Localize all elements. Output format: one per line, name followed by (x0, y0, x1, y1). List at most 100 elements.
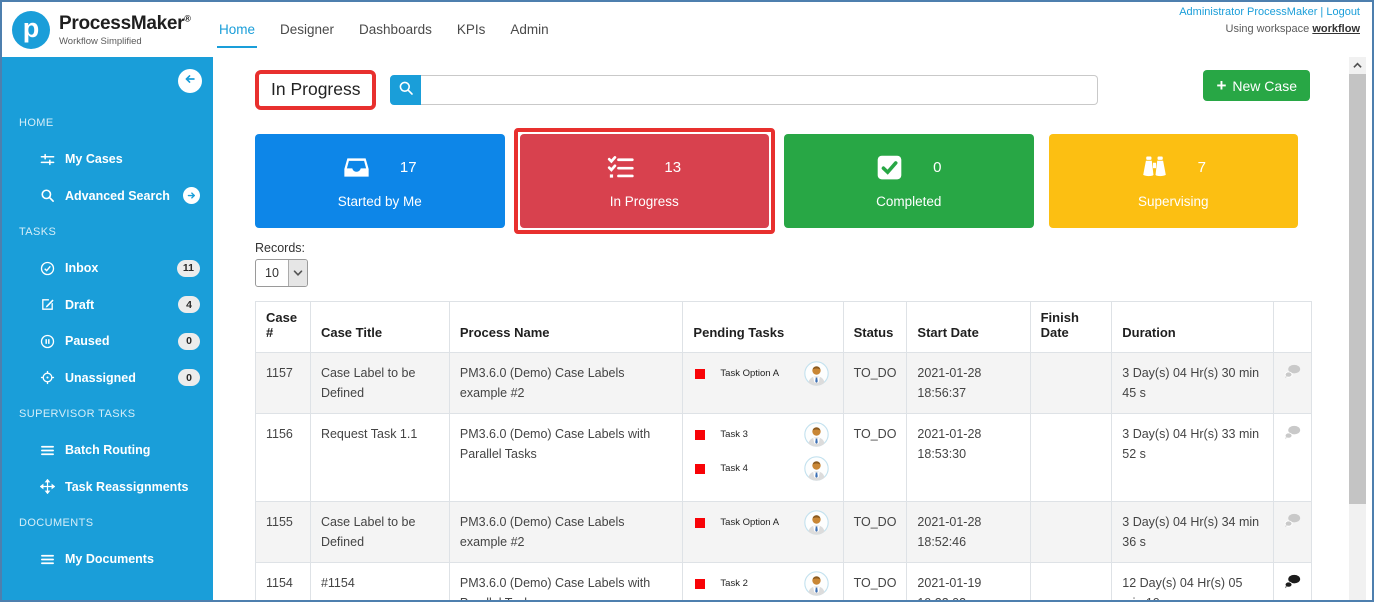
sidebar-item-label: Task Reassignments (65, 480, 188, 494)
chat-icon[interactable] (1284, 573, 1301, 590)
scrollbar-up-button[interactable] (1349, 57, 1366, 74)
table-row[interactable]: 1154#1154PM3.6.0 (Demo) Case Labels with… (256, 563, 1312, 602)
plus-icon: + (1216, 77, 1226, 94)
chat-icon[interactable] (1284, 363, 1301, 380)
avatar-icon[interactable] (804, 571, 829, 596)
sidebar-item-my-documents[interactable]: My Documents (2, 541, 213, 578)
vertical-scrollbar[interactable] (1349, 57, 1366, 600)
nav-item-home[interactable]: Home (219, 22, 255, 39)
avatar-icon[interactable] (804, 361, 829, 386)
app-window: p ProcessMaker® Workflow Simplified Home… (0, 0, 1374, 602)
sidebar-collapse-button[interactable] (178, 69, 202, 93)
check-circle-icon (40, 261, 55, 276)
avatar-icon[interactable] (804, 456, 829, 481)
sidebar-item-paused[interactable]: Paused0 (2, 323, 213, 360)
status-card-completed[interactable]: 0Completed (784, 134, 1034, 228)
list-icon (40, 552, 55, 567)
chevron-down-icon (288, 260, 307, 286)
inbox-icon (343, 154, 370, 181)
logout-link[interactable]: Logout (1326, 6, 1360, 18)
sidebar: HOMEMy CasesAdvanced SearchTASKSInbox11D… (2, 57, 213, 602)
records-per-page-select[interactable]: 10 (255, 259, 308, 287)
chevron-up-icon (1353, 57, 1362, 75)
pending-task: Task 4 (689, 456, 836, 481)
table-row[interactable]: 1155Case Label to be DefinedPM3.6.0 (Dem… (256, 502, 1312, 563)
avatar-icon[interactable] (804, 510, 829, 535)
sidebar-item-draft[interactable]: Draft4 (2, 287, 213, 324)
card-slot: 0Completed (784, 134, 1034, 228)
move-icon (40, 479, 55, 494)
search-input[interactable] (421, 75, 1098, 105)
table-row[interactable]: 1157Case Label to be DefinedPM3.6.0 (Dem… (256, 353, 1312, 414)
cell-comments (1273, 414, 1311, 502)
processmaker-logo-icon: p (12, 11, 50, 49)
sidebar-item-unassigned[interactable]: Unassigned0 (2, 360, 213, 397)
nav-item-designer[interactable]: Designer (280, 22, 334, 39)
sidebar-section-title: DOCUMENTS (2, 505, 213, 541)
sidebar-item-task-reassignments[interactable]: Task Reassignments (2, 469, 213, 506)
task-label: Task 4 (720, 461, 747, 476)
column-header (1273, 302, 1311, 353)
sidebar-item-inbox[interactable]: Inbox11 (2, 250, 213, 287)
card-count: 7 (1198, 159, 1206, 176)
arrow-left-circle-icon (183, 72, 197, 91)
chat-icon[interactable] (1284, 424, 1301, 441)
status-card-supervising[interactable]: 7Supervising (1049, 134, 1299, 228)
column-header: Duration (1112, 302, 1274, 353)
account-user-link[interactable]: Administrator ProcessMaker (1179, 6, 1317, 18)
brand-name: ProcessMaker® (59, 13, 191, 35)
check-square-icon (876, 154, 903, 181)
sliders-icon (40, 152, 55, 167)
cell-comments (1273, 563, 1311, 602)
sidebar-item-label: My Documents (65, 552, 154, 566)
arrow-right-circle-icon[interactable] (183, 187, 200, 204)
column-header: Status (843, 302, 907, 353)
workspace-prefix: Using workspace (1226, 23, 1313, 35)
cell-comments (1273, 502, 1311, 563)
search-button[interactable] (390, 75, 421, 105)
cell-finish-date (1030, 414, 1112, 502)
task-status-square-icon (695, 430, 705, 440)
new-case-button[interactable]: + New Case (1203, 70, 1310, 101)
cell-status: TO_DO (843, 563, 907, 602)
count-badge: 4 (178, 296, 200, 313)
nav-item-kpis[interactable]: KPIs (457, 22, 486, 39)
cases-table: Case #Case TitleProcess NamePending Task… (255, 301, 1312, 602)
account-info: Administrator ProcessMaker | Logout Usin… (1179, 4, 1360, 38)
sidebar-item-advanced-search[interactable]: Advanced Search (2, 178, 213, 215)
nav-item-admin[interactable]: Admin (510, 22, 548, 39)
status-card-started-by-me[interactable]: 17Started by Me (255, 134, 505, 228)
sidebar-item-label: Batch Routing (65, 443, 150, 457)
status-card-in-progress[interactable]: 13In Progress (520, 134, 770, 228)
cell-comments (1273, 353, 1311, 414)
sidebar-item-batch-routing[interactable]: Batch Routing (2, 432, 213, 469)
pending-task: Task 3 (689, 422, 836, 447)
brand-tagline: Workflow Simplified (59, 36, 191, 47)
scrollbar-thumb[interactable] (1349, 74, 1366, 504)
cell-duration: 3 Day(s) 04 Hr(s) 30 min 45 s (1112, 353, 1274, 414)
sidebar-section-title: HOME (2, 105, 213, 141)
chat-icon[interactable] (1284, 512, 1301, 529)
cell-process-name: PM3.6.0 (Demo) Case Labels with Parallel… (449, 563, 683, 602)
sidebar-section-title: TASKS (2, 214, 213, 250)
cell-duration: 12 Day(s) 04 Hr(s) 05 min 19 s (1112, 563, 1274, 602)
nav-item-dashboards[interactable]: Dashboards (359, 22, 432, 39)
account-separator: | (1320, 6, 1323, 18)
column-header: Case # (256, 302, 311, 353)
cell-case-number: 1156 (256, 414, 311, 502)
cell-status: TO_DO (843, 414, 907, 502)
table-row[interactable]: 1156Request Task 1.1PM3.6.0 (Demo) Case … (256, 414, 1312, 502)
pause-circle-icon (40, 334, 55, 349)
cell-pending-tasks: Task 3 Task 4 (683, 414, 843, 502)
task-status-square-icon (695, 464, 705, 474)
card-slot: 17Started by Me (255, 134, 505, 228)
cell-duration: 3 Day(s) 04 Hr(s) 34 min 36 s (1112, 502, 1274, 563)
sidebar-item-my-cases[interactable]: My Cases (2, 141, 213, 178)
pending-task: Task 2 (689, 571, 836, 596)
workspace-link[interactable]: workflow (1312, 23, 1360, 35)
avatar-icon[interactable] (804, 422, 829, 447)
main-content: In Progress + New Case 17Started by Me13… (213, 57, 1372, 602)
task-label: Task Option A (720, 366, 779, 381)
binoculars-icon (1141, 154, 1168, 181)
column-header: Case Title (310, 302, 449, 353)
